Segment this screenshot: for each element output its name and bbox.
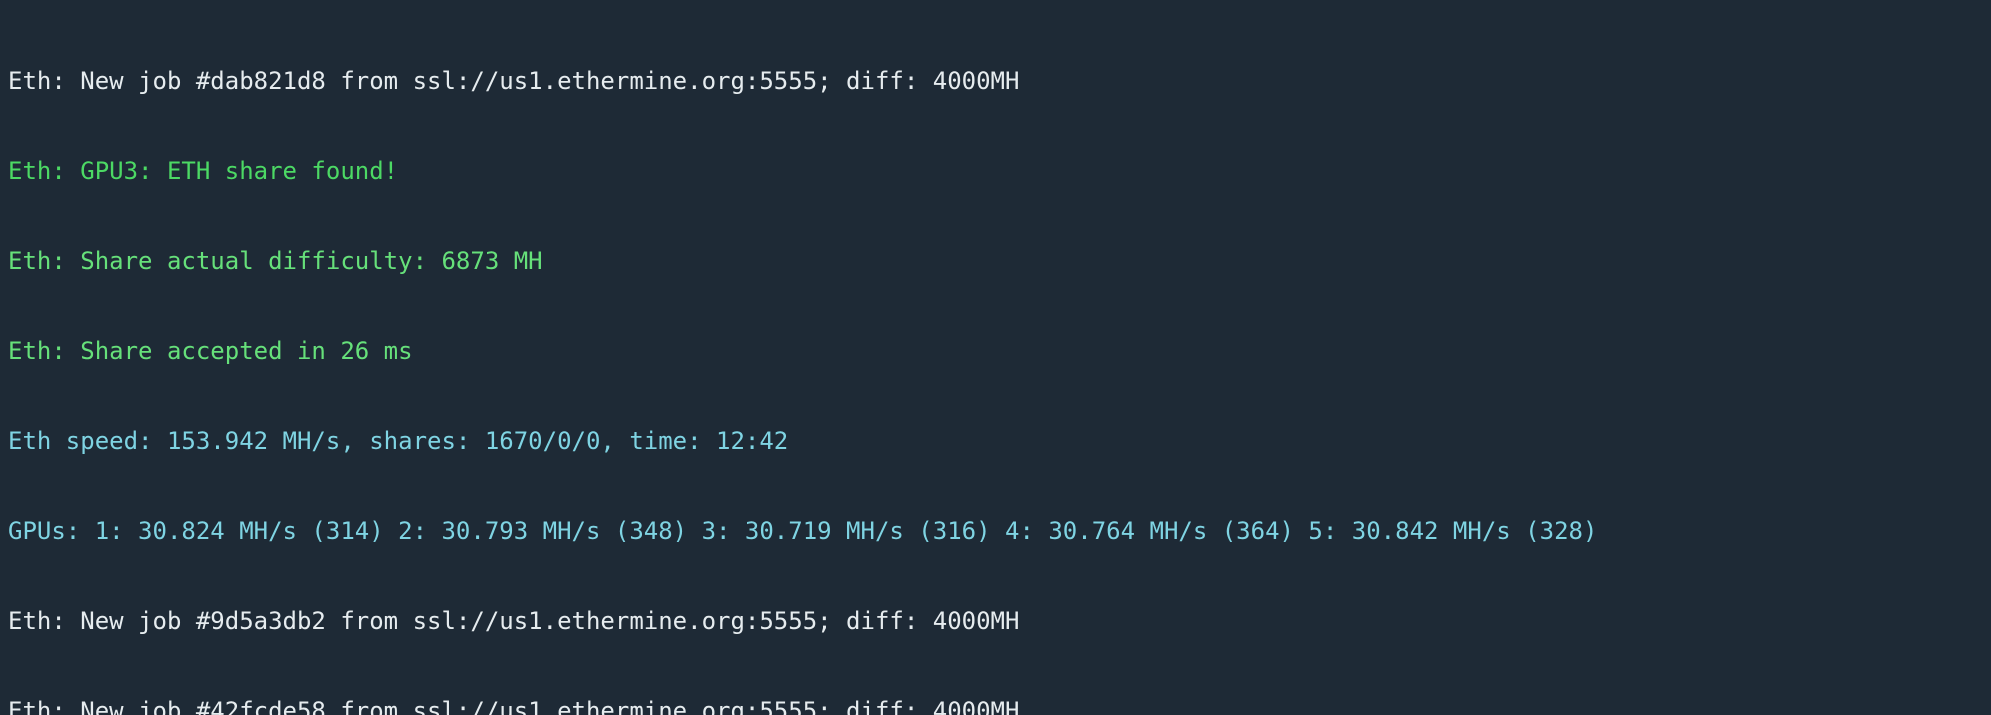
output-line: Eth: GPU3: ETH share found! <box>8 156 1983 186</box>
output-line: Eth: Share accepted in 26 ms <box>8 336 1983 366</box>
output-line: GPUs: 1: 30.824 MH/s (314) 2: 30.793 MH/… <box>8 516 1983 546</box>
output-line: Eth: New job #dab821d8 from ssl://us1.et… <box>8 66 1983 96</box>
terminal-output[interactable]: Eth: New job #dab821d8 from ssl://us1.et… <box>0 0 1991 715</box>
output-line: Eth: New job #9d5a3db2 from ssl://us1.et… <box>8 606 1983 636</box>
output-line: Eth: New job #42fcde58 from ssl://us1.et… <box>8 696 1983 715</box>
terminal-window[interactable]: Eth: New job #dab821d8 from ssl://us1.et… <box>0 0 1991 715</box>
output-line: Eth: Share actual difficulty: 6873 MH <box>8 246 1983 276</box>
output-line: Eth speed: 153.942 MH/s, shares: 1670/0/… <box>8 426 1983 456</box>
